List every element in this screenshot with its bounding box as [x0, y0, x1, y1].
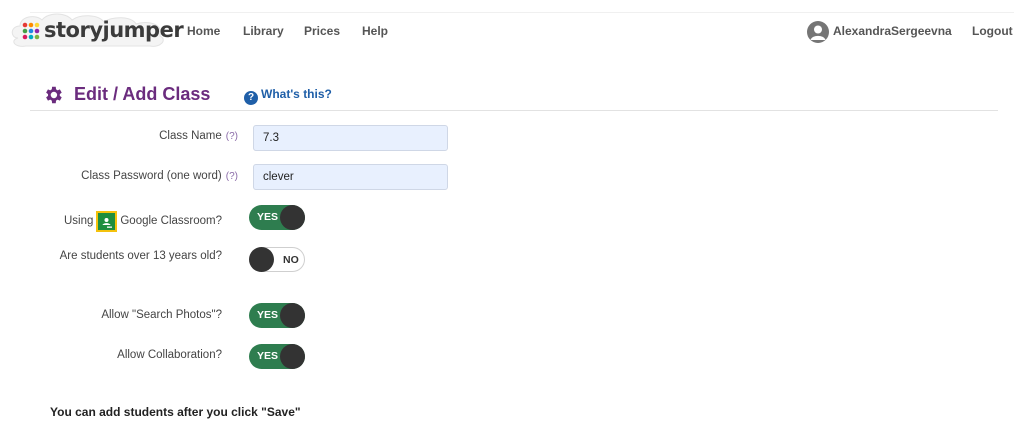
class-password-input[interactable]: clever: [253, 164, 448, 190]
students-over-13-label: Are students over 13 years old?: [59, 250, 222, 262]
class-name-label: Class Name (?): [159, 130, 238, 142]
class-name-help[interactable]: (?): [226, 131, 238, 142]
students-over-13-toggle-state: NO: [283, 254, 299, 266]
collaboration-toggle-state: YES: [257, 350, 279, 362]
search-photos-label-row: Allow "Search Photos"?: [0, 309, 222, 325]
header-divider: [30, 12, 1014, 13]
class-name-label-text: Class Name: [159, 130, 222, 142]
class-password-help[interactable]: (?): [226, 171, 238, 182]
page-title: Edit / Add Class: [74, 84, 211, 104]
students-over-13-toggle[interactable]: NO: [249, 247, 305, 272]
nav-home-link[interactable]: Home: [187, 24, 220, 38]
google-classroom-toggle[interactable]: YES: [249, 205, 305, 230]
search-photos-toggle[interactable]: YES: [249, 303, 305, 328]
storyjumper-logo[interactable]: storyjumper: [8, 10, 184, 50]
google-classroom-label: Using Google Classroom?: [64, 211, 222, 232]
top-header: storyjumper Home Library Prices Help Ale…: [0, 0, 1014, 62]
class-password-label: Class Password (one word) (?): [81, 170, 238, 182]
user-avatar-icon[interactable]: [807, 21, 829, 43]
google-classroom-icon: [96, 211, 118, 232]
google-classroom-toggle-state: YES: [257, 211, 279, 223]
question-circle-icon: ?: [244, 91, 258, 105]
user-name-link[interactable]: AlexandraSergeevna: [833, 24, 952, 38]
class-password-label-row: Class Password (one word) (?): [0, 170, 238, 186]
title-divider: [30, 110, 998, 111]
logo-dots-icon: [22, 22, 40, 40]
students-over-13-label-row: Are students over 13 years old?: [0, 250, 222, 266]
class-password-label-text: Class Password (one word): [81, 170, 222, 182]
class-name-input[interactable]: 7.3: [253, 125, 448, 151]
whats-this-label: What's this?: [261, 87, 332, 101]
search-photos-toggle-state: YES: [257, 309, 279, 321]
collaboration-toggle[interactable]: YES: [249, 344, 305, 369]
class-name-label-row: Class Name (?): [0, 130, 238, 146]
collaboration-label-row: Allow Collaboration?: [0, 349, 222, 365]
collaboration-label: Allow Collaboration?: [117, 349, 222, 361]
nav-library-link[interactable]: Library: [243, 24, 284, 38]
google-classroom-label-before: Using: [63, 215, 94, 227]
person-icon: [810, 25, 826, 40]
search-photos-label: Allow "Search Photos"?: [101, 309, 222, 321]
logout-link[interactable]: Logout: [972, 24, 1013, 38]
toggle-knob: [280, 303, 305, 328]
toggle-knob: [280, 344, 305, 369]
google-classroom-label-row: Using Google Classroom?: [0, 208, 222, 232]
nav-prices-link[interactable]: Prices: [304, 24, 340, 38]
toggle-knob: [249, 247, 274, 272]
add-students-note: You can add students after you click "Sa…: [50, 405, 301, 419]
google-classroom-label-after: Google Classroom?: [120, 215, 222, 227]
whats-this-link[interactable]: ? What's this?: [244, 87, 332, 105]
toggle-knob: [280, 205, 305, 230]
gear-icon: [46, 86, 62, 104]
logo-text: storyjumper: [44, 18, 184, 42]
nav-help-link[interactable]: Help: [362, 24, 388, 38]
